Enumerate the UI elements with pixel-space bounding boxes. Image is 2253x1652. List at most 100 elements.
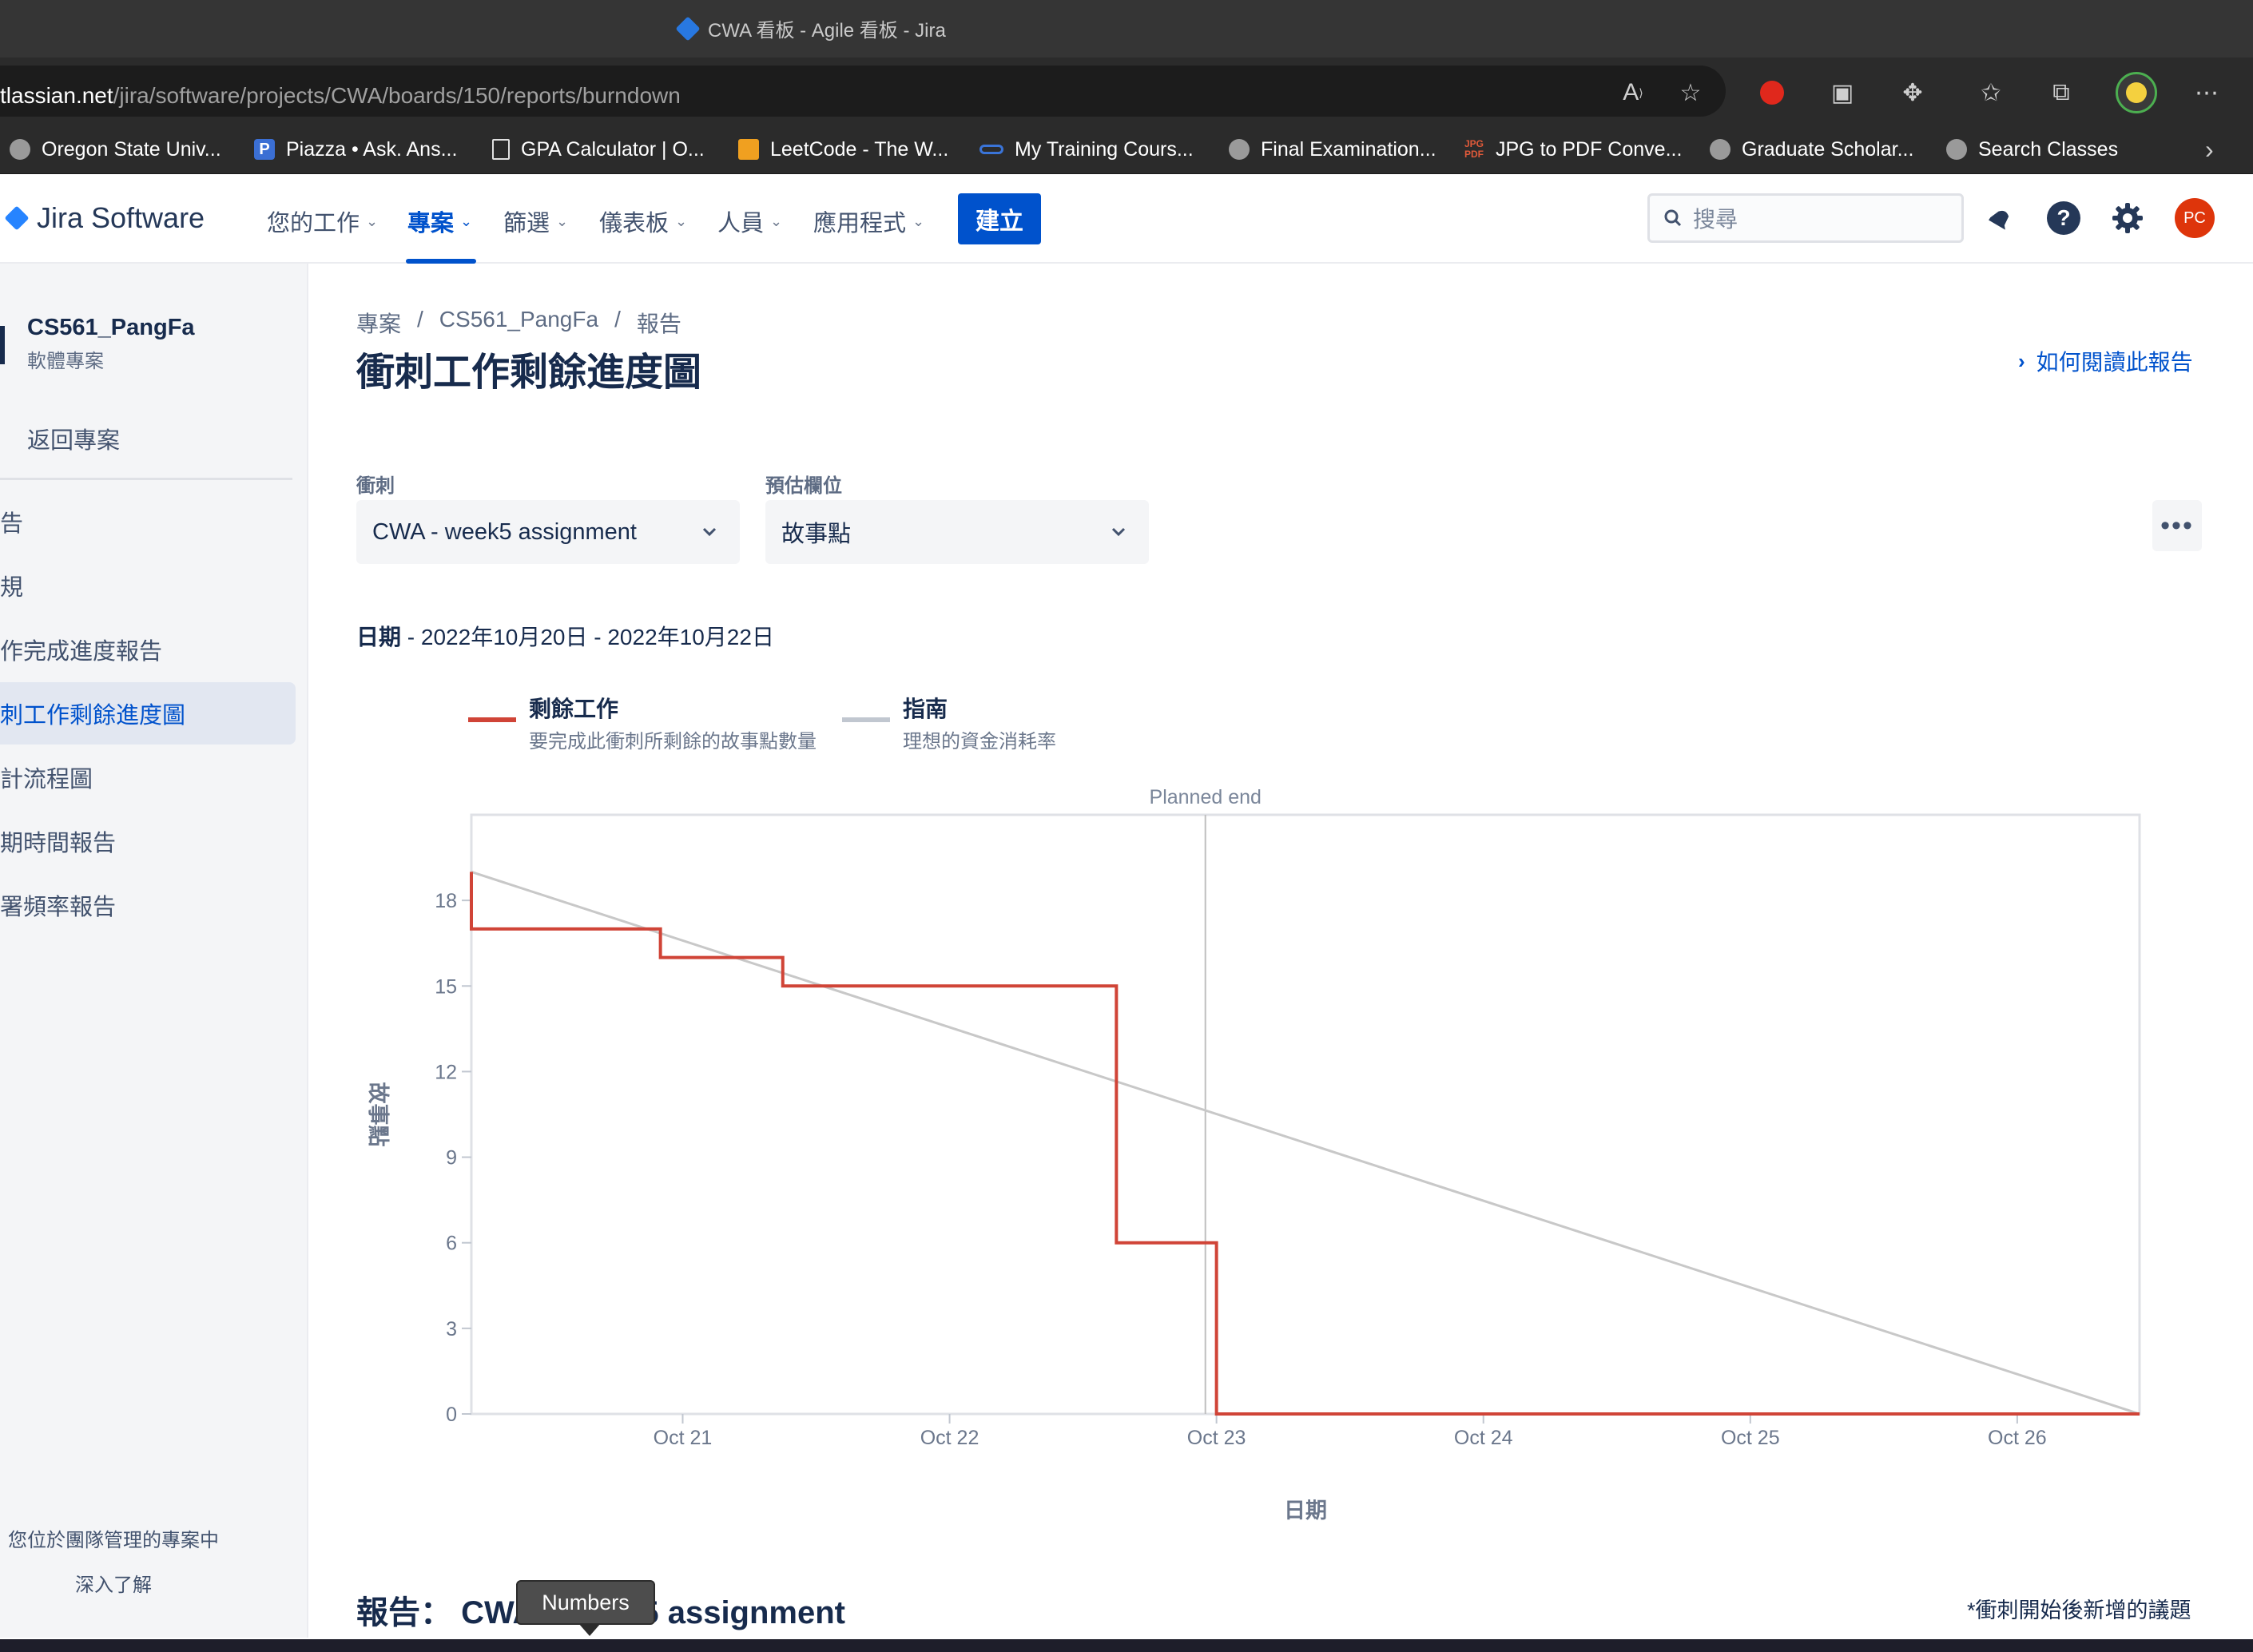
nav-projects[interactable]: 專案 ⌄: [407, 205, 472, 238]
y-axis-label: 故事點: [366, 1082, 390, 1147]
breadcrumb-projects[interactable]: 專案: [356, 307, 401, 339]
create-button[interactable]: 建立: [958, 193, 1041, 244]
globe-icon: [1710, 139, 1730, 160]
chevron-down-icon: ⌄: [460, 212, 473, 229]
burndown-chart[interactable]: 0 3 6 9 12 15 18 Oct 21 Oct 22 Oct 23 Oct 24 Oct 25…: [344, 775, 2237, 1542]
chevron-down-icon: ⌄: [675, 212, 688, 229]
bookmarks-overflow-icon[interactable]: ›: [2205, 125, 2214, 174]
bookmark-final-examination[interactable]: Final Examination...: [1229, 125, 1436, 174]
more-icon: •••: [2160, 510, 2194, 541]
team-managed-notice: 您位於團隊管理的專案中: [8, 1530, 219, 1551]
x-tick-label: Oct 24: [1454, 1427, 1513, 1449]
more-actions-button[interactable]: •••: [2152, 500, 2202, 551]
adblock-icon[interactable]: [1756, 77, 1788, 109]
bookmark-leetcode[interactable]: LeetCode - The W...: [738, 125, 948, 174]
legend-swatch-guideline: [842, 717, 890, 722]
settings-gear-icon[interactable]: [2108, 198, 2148, 238]
nav-your-work[interactable]: 您的工作 ⌄: [267, 205, 378, 238]
bookmark-label: Graduate Scholar...: [1742, 137, 1914, 161]
document-icon: [492, 139, 510, 160]
learn-more-link[interactable]: 深入了解: [75, 1569, 152, 1597]
y-tick-label: 18: [435, 890, 457, 912]
nav-people[interactable]: 人員 ⌄: [717, 205, 782, 238]
sprint-label: 衝刺: [356, 475, 395, 497]
date-range: 日期 - 2022年10月20日 - 2022年10月22日: [356, 620, 774, 652]
user-avatar[interactable]: PC: [2175, 198, 2215, 238]
bookmark-piazza[interactable]: P Piazza • Ask. Ans...: [254, 125, 457, 174]
back-to-project-link[interactable]: 返回專案: [27, 422, 120, 455]
x-tick-label: Oct 22: [920, 1427, 979, 1449]
bookmark-search-classes[interactable]: Search Classes: [1946, 125, 2118, 174]
jira-logo[interactable]: Jira Software: [4, 201, 205, 235]
link-icon: [979, 145, 1003, 154]
bookmark-label: Search Classes: [1978, 137, 2119, 161]
sidebar-item-reports[interactable]: 告: [0, 490, 296, 553]
nav-apps[interactable]: 應用程式 ⌄: [813, 205, 924, 238]
notifications-icon[interactable]: [1980, 198, 2020, 238]
globe-icon: [10, 139, 30, 160]
more-menu-icon[interactable]: ⋯: [2191, 77, 2223, 109]
url-field[interactable]: tlassian.net/jira/software/projects/CWA/…: [0, 66, 1726, 117]
extensions-icon[interactable]: ✥: [1897, 77, 1929, 109]
add-favorite-icon[interactable]: ☆: [1675, 77, 1707, 109]
breadcrumb-reports[interactable]: 報告: [637, 307, 681, 339]
jpg-pdf-icon: JPG PDF: [1464, 138, 1484, 160]
bookmark-oregon-state[interactable]: Oregon State Univ...: [10, 125, 221, 174]
url-text[interactable]: tlassian.net/jira/software/projects/CWA/…: [0, 83, 681, 109]
breadcrumb-project[interactable]: CS561_PangFa: [439, 307, 598, 339]
legend-subtitle: 要完成此衝刺所剩餘的故事點數量: [529, 731, 817, 753]
sidebar-item-overview[interactable]: 規: [0, 554, 296, 617]
bookmark-gpa-calculator[interactable]: GPA Calculator | O...: [492, 125, 705, 174]
nav-filters[interactable]: 篩選 ⌄: [503, 205, 568, 238]
chevron-down-icon: ⌄: [770, 212, 783, 229]
x-tick-label: Oct 23: [1187, 1427, 1246, 1449]
x-axis-label: 日期: [1284, 1499, 1327, 1523]
tooltip: Numbers: [516, 1580, 655, 1636]
leetcode-icon: [738, 139, 759, 160]
x-tick-label: Oct 25: [1721, 1427, 1780, 1449]
window-title-text: CWA 看板 - Agile 看板 - Jira: [708, 20, 946, 42]
bookmark-training-courses[interactable]: My Training Cours...: [979, 125, 1194, 174]
legend-title: 指南: [903, 697, 948, 721]
x-tick-label: Oct 21: [654, 1427, 713, 1449]
active-nav-indicator: [406, 259, 476, 264]
favorites-icon[interactable]: ✩: [1975, 77, 2007, 109]
help-icon[interactable]: ?: [2044, 198, 2084, 238]
project-avatar: [0, 326, 5, 364]
legend-subtitle: 理想的資金消耗率: [903, 731, 1056, 753]
planned-end-label: Planned end: [1150, 786, 1262, 808]
estimation-label: 預估欄位: [765, 475, 842, 497]
estimation-select-value: 故事點: [781, 522, 852, 547]
how-to-read-link[interactable]: › 如何閱讀此報告: [2018, 345, 2193, 377]
bookmark-jpg-to-pdf[interactable]: JPG PDF JPG to PDF Conve...: [1464, 125, 1682, 174]
bookmark-label: LeetCode - The W...: [770, 137, 949, 161]
sidebar-item-sprint-report[interactable]: 作完成進度報告: [0, 618, 296, 681]
project-name[interactable]: CS561_PangFa: [27, 315, 195, 341]
sidebar-item-deployment-frequency[interactable]: 署頻率報告: [0, 874, 296, 936]
how-to-read-label: 如何閱讀此報告: [2036, 350, 2193, 375]
sidebar-item-cumulative-flow[interactable]: 計流程圖: [0, 746, 296, 808]
collections-icon[interactable]: ⧉: [2045, 77, 2077, 109]
sidebar-item-burndown[interactable]: 刺工作剩餘進度圖: [0, 682, 296, 745]
nav-label: 儀表板: [599, 211, 670, 236]
sprint-select[interactable]: CWA - week5 assignment: [356, 500, 740, 564]
chevron-right-icon: ›: [2018, 348, 2025, 373]
sidebar-item-cycle-time[interactable]: 期時間報告: [0, 810, 296, 872]
nav-dashboards[interactable]: 儀表板 ⌄: [599, 205, 687, 238]
bookmark-label: Final Examination...: [1261, 137, 1436, 161]
bookmark-label: JPG to PDF Conve...: [1496, 137, 1683, 161]
profile-avatar-icon[interactable]: [2116, 72, 2157, 113]
y-tick-label: 6: [446, 1233, 457, 1255]
piazza-icon: P: [254, 139, 275, 160]
chevron-down-icon: ⌄: [366, 212, 379, 229]
legend-title: 剩餘工作: [529, 697, 619, 721]
read-aloud-icon[interactable]: A ⟩: [1617, 77, 1649, 109]
search-input[interactable]: 搜尋: [1647, 193, 1964, 243]
bookmark-graduate-scholar[interactable]: Graduate Scholar...: [1710, 125, 1913, 174]
chevron-down-icon: ⌄: [912, 212, 925, 229]
estimation-select[interactable]: 故事點: [765, 500, 1149, 564]
jira-tab-icon: [675, 15, 701, 42]
extension-icon[interactable]: ▣: [1826, 77, 1858, 109]
project-sidebar: CS561_PangFa 軟體專案 返回專案 告 規 作完成進度報告 刺工作剩餘…: [0, 264, 308, 1638]
window-title: CWA 看板 - Agile 看板 - Jira: [675, 14, 946, 42]
